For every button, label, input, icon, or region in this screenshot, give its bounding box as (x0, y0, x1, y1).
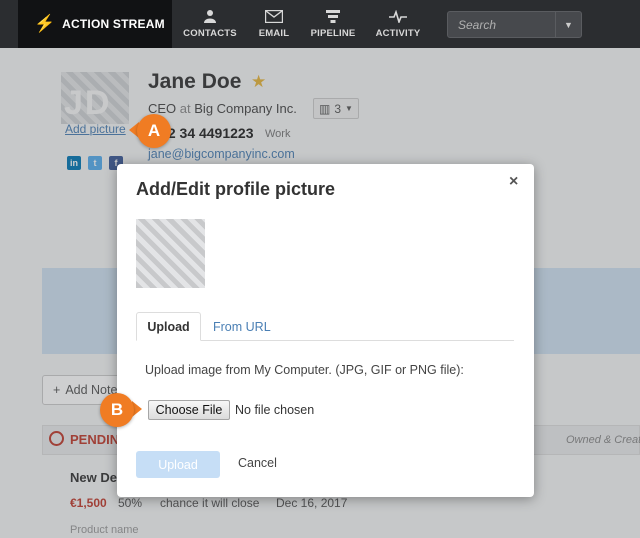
lightning-icon: ⚡ (34, 14, 56, 33)
pulse-icon (389, 10, 407, 23)
callout-a-badge: A (137, 114, 171, 148)
picture-preview (136, 219, 205, 288)
funnel-icon (326, 10, 340, 23)
search-box: ▼ (447, 11, 582, 38)
callout-b-badge: B (100, 393, 134, 427)
nav-contacts[interactable]: CONTACTS (183, 0, 237, 48)
nav-pipeline[interactable]: PIPELINE (310, 0, 356, 48)
brand-label: ACTION STREAM (62, 17, 165, 31)
tab-from-url[interactable]: From URL (213, 320, 271, 334)
search-dropdown-icon[interactable]: ▼ (555, 12, 581, 37)
upload-button[interactable]: Upload (136, 451, 220, 478)
nav-email-label: EMAIL (258, 28, 290, 39)
cancel-button[interactable]: Cancel (238, 456, 277, 470)
choose-file-button[interactable]: Choose File (148, 400, 230, 420)
top-nav-bar: ⚡ ACTION STREAM CONTACTS EMAIL PIPELINE … (0, 0, 640, 48)
nav-contacts-label: CONTACTS (183, 28, 237, 39)
action-stream-brand[interactable]: ⚡ ACTION STREAM (18, 0, 172, 48)
close-icon[interactable]: × (509, 173, 518, 191)
tab-upload[interactable]: Upload (136, 312, 201, 341)
no-file-chosen-label: No file chosen (235, 403, 315, 417)
nav-pipeline-label: PIPELINE (310, 28, 356, 39)
nav-activity-label: ACTIVITY (375, 28, 421, 39)
nav-activity[interactable]: ACTIVITY (375, 0, 421, 48)
dialog-title: Add/Edit profile picture (136, 179, 336, 199)
search-input[interactable] (448, 12, 556, 37)
nav-email[interactable]: EMAIL (259, 0, 289, 48)
person-icon (204, 10, 216, 23)
upload-description: Upload image from My Computer. (JPG, GIF… (145, 363, 464, 377)
profile-picture-dialog: Add/Edit profile picture × Upload From U… (117, 164, 534, 497)
envelope-icon (265, 10, 283, 23)
